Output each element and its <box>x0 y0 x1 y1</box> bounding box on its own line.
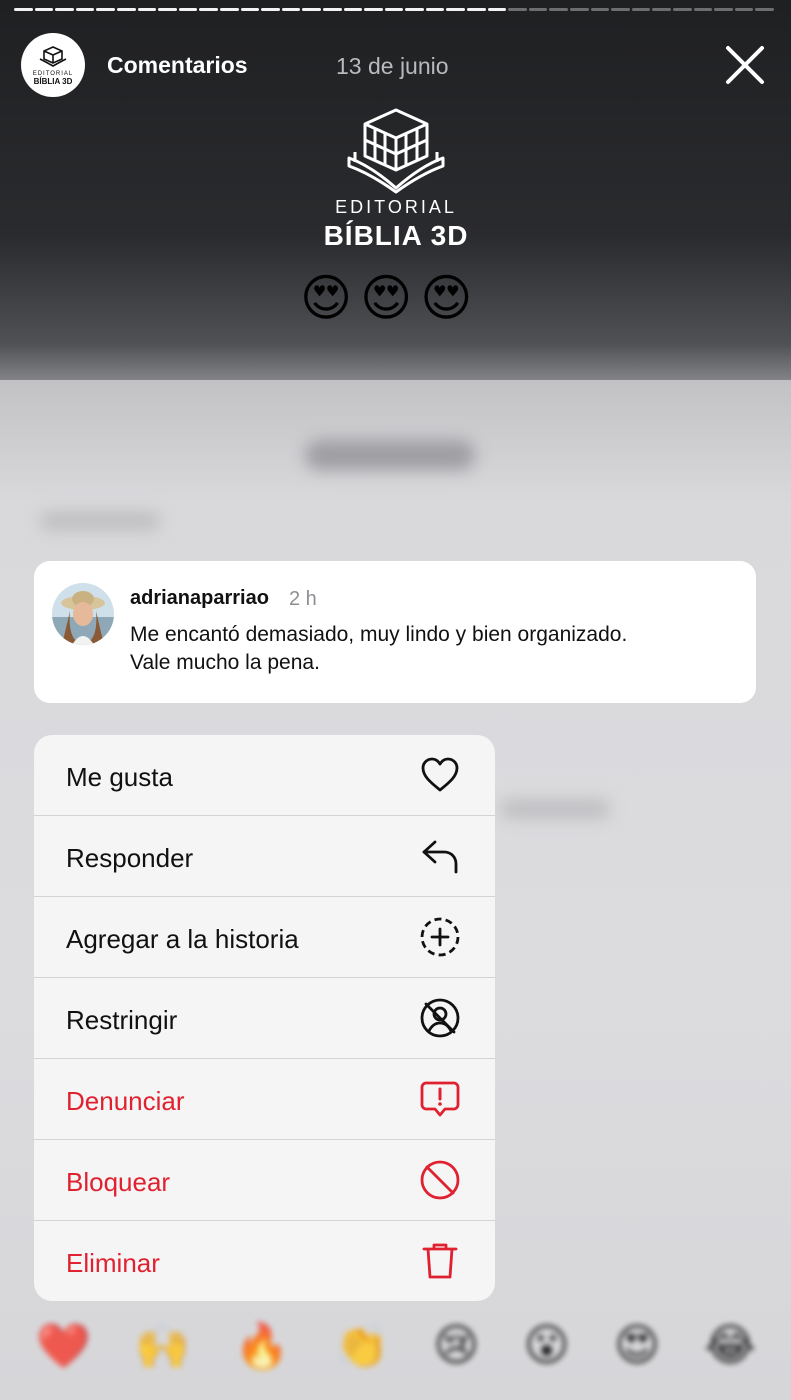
progress-segment <box>590 8 610 11</box>
progress-segment <box>652 8 671 11</box>
blurred-shape <box>305 440 475 470</box>
progress-segment <box>508 8 527 11</box>
reaction-laughing[interactable]: 😂 <box>705 1320 756 1372</box>
progress-segment <box>322 8 342 11</box>
progress-segment <box>755 8 774 11</box>
progress-segment <box>199 8 218 11</box>
story-username[interactable]: Comentarios <box>107 52 248 79</box>
menu-item-label: Bloquear <box>66 1167 171 1197</box>
menu-item-label: Eliminar <box>66 1248 160 1278</box>
comment-text-line: Me encantó demasiado, muy lindo y bien o… <box>130 623 628 646</box>
comment-actions-menu: Me gusta Responder Agregar a la historia… <box>34 735 495 1301</box>
menu-item-like[interactable]: Me gusta <box>34 735 495 816</box>
menu-item-label: Agregar a la historia <box>66 924 299 954</box>
progress-segment <box>55 8 74 11</box>
progress-segment <box>14 8 33 11</box>
trash-icon <box>422 1243 458 1279</box>
avatar-photo-icon <box>52 583 114 645</box>
reaction-surprised[interactable]: 😮 <box>524 1320 570 1372</box>
progress-segment <box>549 8 569 11</box>
story-progress-bar <box>14 8 774 11</box>
menu-item-label: Me gusta <box>66 762 173 792</box>
progress-segment <box>96 8 115 11</box>
reaction-crying[interactable]: 😢 <box>433 1320 479 1372</box>
menu-item-report[interactable]: Denunciar <box>34 1059 495 1140</box>
progress-segment <box>116 8 136 11</box>
progress-segment <box>364 8 383 11</box>
story-avatar[interactable]: EDITORIAL BÍBLIA 3D <box>21 33 85 97</box>
menu-item-reply[interactable]: Responder <box>34 816 495 897</box>
progress-segment <box>528 8 548 11</box>
brand-logo-small-text: EDITORIAL <box>335 197 457 217</box>
heart-eyes-emoji: 😍 <box>420 270 473 326</box>
progress-segment <box>693 8 713 11</box>
reaction-clap[interactable]: 👏 <box>334 1320 389 1372</box>
quick-reactions-bar: ❤️ 🙌 🔥 👏 😢 😮 😍 😂 <box>36 1320 756 1372</box>
comment-username[interactable]: adrianaparriao <box>130 587 269 610</box>
commenter-avatar[interactable] <box>52 583 114 645</box>
reaction-heart-eyes[interactable]: 😍 <box>614 1320 660 1372</box>
progress-segment <box>673 8 692 11</box>
progress-segment <box>631 8 651 11</box>
menu-item-label: Responder <box>66 843 194 873</box>
heart-eyes-emoji: 😍 <box>300 270 353 326</box>
menu-item-block[interactable]: Bloquear <box>34 1140 495 1221</box>
progress-segment <box>570 8 589 11</box>
progress-segment <box>384 8 404 11</box>
blurred-shape <box>500 800 610 818</box>
reaction-heart[interactable]: ❤️ <box>36 1320 91 1372</box>
progress-segment <box>219 8 239 11</box>
menu-item-restrict[interactable]: Restringir <box>34 978 495 1059</box>
comment-timestamp: 2 h <box>289 588 317 610</box>
reaction-raised-hands[interactable]: 🙌 <box>135 1320 190 1372</box>
progress-segment <box>158 8 177 11</box>
progress-segment <box>34 8 54 11</box>
comment-text-line: Vale mucho la pena. <box>130 651 320 674</box>
progress-segment <box>611 8 630 11</box>
restrict-icon <box>420 998 460 1038</box>
progress-segment <box>261 8 280 11</box>
comment-text: Me encantó demasiado, muy lindo y bien o… <box>130 621 730 677</box>
progress-segment <box>734 8 754 11</box>
progress-segment <box>425 8 445 11</box>
close-icon <box>726 46 764 84</box>
blurred-shape <box>40 512 160 530</box>
progress-segment <box>75 8 95 11</box>
progress-segment <box>446 8 466 11</box>
heart-icon <box>421 757 459 792</box>
story-brand-logo: EDITORIAL BÍBLIA 3D <box>296 104 496 252</box>
progress-segment <box>405 8 424 11</box>
progress-segment <box>343 8 363 11</box>
book-cube-logo-icon <box>347 108 445 194</box>
brand-logo-big-text: BÍBLIA 3D <box>323 220 469 251</box>
reaction-fire[interactable]: 🔥 <box>235 1320 290 1372</box>
progress-segment <box>137 8 157 11</box>
heart-eyes-emoji: 😍 <box>360 270 413 326</box>
menu-item-label: Denunciar <box>66 1086 185 1116</box>
comment-card[interactable]: adrianaparriao 2 h Me encantó demasiado,… <box>34 561 756 703</box>
story-emojis: 😍 😍 😍 <box>300 268 500 328</box>
menu-item-add-to-story[interactable]: Agregar a la historia <box>34 897 495 978</box>
menu-item-delete[interactable]: Eliminar <box>34 1221 495 1301</box>
close-button[interactable] <box>722 42 768 88</box>
avatar-brand-big: BÍBLIA 3D <box>33 76 73 86</box>
progress-segment <box>281 8 301 11</box>
reply-icon <box>422 840 458 874</box>
report-icon <box>420 1081 460 1117</box>
menu-item-label: Restringir <box>66 1005 178 1035</box>
progress-segment <box>487 8 507 11</box>
block-icon <box>420 1160 460 1200</box>
progress-segment <box>240 8 260 11</box>
add-story-icon <box>420 917 460 957</box>
book-cube-logo-icon <box>39 45 67 67</box>
progress-segment <box>178 8 198 11</box>
progress-segment <box>714 8 733 11</box>
progress-segment <box>467 8 486 11</box>
story-date: 13 de junio <box>336 53 449 79</box>
progress-segment <box>302 8 321 11</box>
